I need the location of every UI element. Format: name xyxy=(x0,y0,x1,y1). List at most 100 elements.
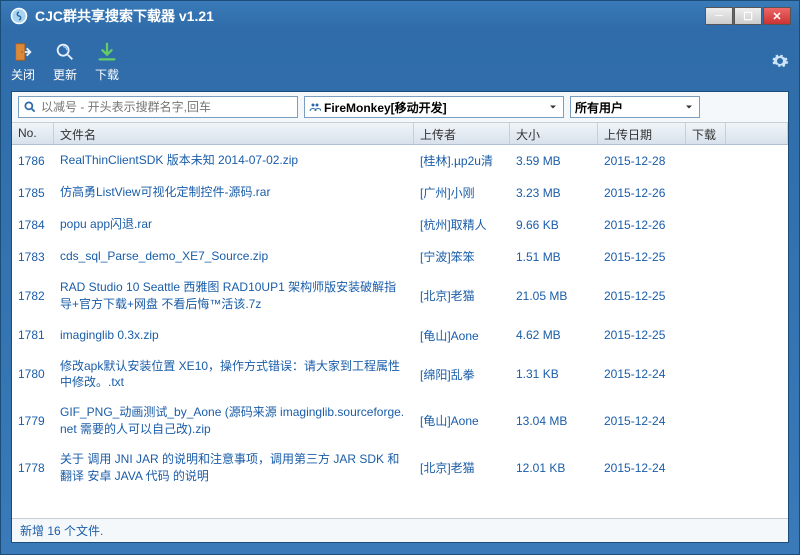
cell-download xyxy=(686,329,726,341)
cell-filename: 修改apk默认安装位置 XE10，操作方式错误：请大家到工程属性中修改。.txt xyxy=(54,352,414,398)
cell-date: 2015-12-25 xyxy=(598,244,686,270)
table-row[interactable]: 1785仿高勇ListView可视化定制控件-源码.rar[广州]小刚3.23 … xyxy=(12,177,788,209)
col-header-download[interactable]: 下载 xyxy=(686,123,726,144)
cell-no: 1780 xyxy=(12,361,54,387)
toolbar-update-button[interactable]: 更新 xyxy=(53,40,77,83)
window-controls: ─ ☐ ✕ xyxy=(704,7,791,25)
status-bar: 新增 16 个文件. xyxy=(12,518,788,542)
app-window: CJC群共享搜索下载器 v1.21 ─ ☐ ✕ 关闭 更新 下载 xyxy=(0,0,800,555)
grid-body[interactable]: 1786RealThinClientSDK 版本未知 2014-07-02.zi… xyxy=(12,145,788,518)
cell-date: 2015-12-26 xyxy=(598,180,686,206)
cell-filename: cds_sql_Parse_demo_XE7_Source.zip xyxy=(54,242,414,271)
table-row[interactable]: 1778关于 调用 JNI JAR 的说明和注意事项，调用第三方 JAR SDK… xyxy=(12,445,788,492)
cell-filename: 关于 调用 JNI JAR 的说明和注意事项，调用第三方 JAR SDK 和 翻… xyxy=(54,445,414,491)
titlebar[interactable]: CJC群共享搜索下载器 v1.21 ─ ☐ ✕ xyxy=(1,1,799,31)
col-header-no[interactable]: No. xyxy=(12,123,54,144)
cell-no: 1785 xyxy=(12,180,54,206)
search-icon xyxy=(23,100,37,114)
col-header-end xyxy=(726,123,788,144)
cell-no: 1784 xyxy=(12,212,54,238)
toolbar: 关闭 更新 下载 xyxy=(1,31,799,91)
cell-size: 9.66 KB xyxy=(510,212,598,238)
col-header-name[interactable]: 文件名 xyxy=(54,123,414,144)
chevron-down-icon xyxy=(683,101,695,113)
cell-filename: 仿高勇ListView可视化定制控件-源码.rar xyxy=(54,178,414,207)
toolbar-download-label: 下载 xyxy=(95,66,119,83)
chevron-down-icon xyxy=(547,101,559,113)
cell-download xyxy=(686,219,726,231)
search-box[interactable] xyxy=(18,96,298,118)
cell-no: 1786 xyxy=(12,148,54,174)
cell-no: 1778 xyxy=(12,455,54,481)
cell-date: 2015-12-24 xyxy=(598,361,686,387)
table-row[interactable]: 1784popu app闪退.rar[杭州]取精人9.66 KB2015-12-… xyxy=(12,209,788,241)
toolbar-update-label: 更新 xyxy=(53,66,77,83)
table-row[interactable]: 1780修改apk默认安装位置 XE10，操作方式错误：请大家到工程属性中修改。… xyxy=(12,352,788,399)
cell-size: 4.62 MB xyxy=(510,322,598,348)
cell-download xyxy=(686,187,726,199)
table-row[interactable]: 1781imaginglib 0.3x.zip[龟山]Aone4.62 MB20… xyxy=(12,320,788,352)
cell-date: 2015-12-24 xyxy=(598,455,686,481)
window-title: CJC群共享搜索下载器 v1.21 xyxy=(35,6,214,26)
maximize-button[interactable]: ☐ xyxy=(734,7,762,25)
close-button[interactable]: ✕ xyxy=(763,7,791,25)
grid-header: No. 文件名 上传者 大小 上传日期 下载 xyxy=(12,123,788,145)
cell-uploader: [广州]小刚 xyxy=(414,178,510,207)
cell-download xyxy=(686,155,726,167)
cell-uploader: [北京]老猫 xyxy=(414,281,510,310)
cell-date: 2015-12-28 xyxy=(598,148,686,174)
user-combo[interactable]: 所有用户 xyxy=(570,96,700,118)
cell-size: 13.04 MB xyxy=(510,408,598,434)
cell-filename: imaginglib 0.3x.zip xyxy=(54,321,414,350)
toolbar-download-button[interactable]: 下载 xyxy=(95,40,119,83)
cell-filename: popu app闪退.rar xyxy=(54,210,414,239)
cell-no: 1783 xyxy=(12,244,54,270)
filter-row: FireMonkey[移动开发] 所有用户 xyxy=(12,92,788,123)
cell-uploader: [杭州]取精人 xyxy=(414,210,510,239)
cell-uploader: [北京]老猫 xyxy=(414,453,510,482)
toolbar-close-button[interactable]: 关闭 xyxy=(11,40,35,83)
cell-uploader: [龟山]Aone xyxy=(414,321,510,350)
group-icon xyxy=(309,101,321,113)
cell-no: 1781 xyxy=(12,322,54,348)
cell-download xyxy=(686,368,726,380)
cell-download xyxy=(686,290,726,302)
table-row[interactable]: 1782RAD Studio 10 Seattle 西雅图 RAD10UP1 架… xyxy=(12,273,788,320)
toolbar-close-label: 关闭 xyxy=(11,66,35,83)
cell-uploader: [绵阳]乱拳 xyxy=(414,360,510,389)
cell-size: 3.23 MB xyxy=(510,180,598,206)
group-combo-value: FireMonkey[移动开发] xyxy=(324,99,447,116)
cell-size: 21.05 MB xyxy=(510,283,598,309)
cell-uploader: [宁波]笨笨 xyxy=(414,242,510,271)
cell-size: 3.59 MB xyxy=(510,148,598,174)
status-text: 新增 16 个文件. xyxy=(20,524,103,538)
cell-size: 1.51 MB xyxy=(510,244,598,270)
cell-download xyxy=(686,415,726,427)
app-icon xyxy=(9,6,29,26)
user-combo-value: 所有用户 xyxy=(575,99,623,116)
cell-download xyxy=(686,251,726,263)
settings-button[interactable] xyxy=(771,52,789,70)
content-panel: FireMonkey[移动开发] 所有用户 No. 文件名 上传者 大小 上传日… xyxy=(11,91,789,543)
cell-uploader: [桂林].µp2u清 xyxy=(414,146,510,175)
cell-filename: RAD Studio 10 Seattle 西雅图 RAD10UP1 架构师版安… xyxy=(54,273,414,319)
col-header-uploader[interactable]: 上传者 xyxy=(414,123,510,144)
cell-size: 1.31 KB xyxy=(510,361,598,387)
cell-download xyxy=(686,462,726,474)
door-exit-icon xyxy=(11,40,35,64)
group-combo[interactable]: FireMonkey[移动开发] xyxy=(304,96,564,118)
cell-date: 2015-12-26 xyxy=(598,212,686,238)
minimize-button[interactable]: ─ xyxy=(705,7,733,25)
search-refresh-icon xyxy=(53,40,77,64)
col-header-date[interactable]: 上传日期 xyxy=(598,123,686,144)
search-input[interactable] xyxy=(41,100,293,114)
cell-uploader: [龟山]Aone xyxy=(414,406,510,435)
col-header-size[interactable]: 大小 xyxy=(510,123,598,144)
cell-no: 1782 xyxy=(12,283,54,309)
table-row[interactable]: 1779GIF_PNG_动画测试_by_Aone (源码来源 imagingli… xyxy=(12,398,788,445)
cell-no: 1779 xyxy=(12,408,54,434)
table-row[interactable]: 1783cds_sql_Parse_demo_XE7_Source.zip[宁波… xyxy=(12,241,788,273)
cell-date: 2015-12-25 xyxy=(598,283,686,309)
table-row[interactable]: 1786RealThinClientSDK 版本未知 2014-07-02.zi… xyxy=(12,145,788,177)
cell-filename: GIF_PNG_动画测试_by_Aone (源码来源 imaginglib.so… xyxy=(54,398,414,444)
